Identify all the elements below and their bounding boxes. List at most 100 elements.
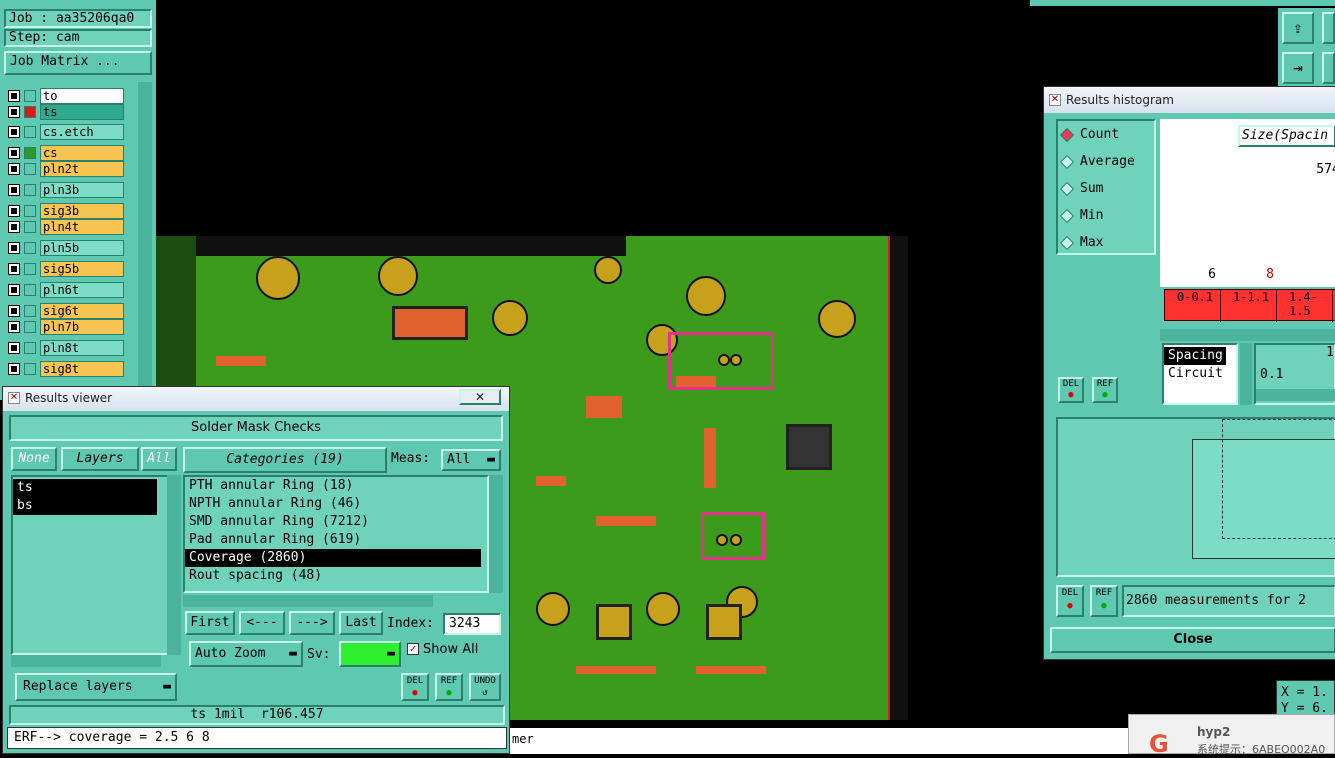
layer-checkbox[interactable] bbox=[8, 205, 20, 217]
layer-name[interactable]: cs bbox=[40, 145, 124, 161]
layer-name[interactable]: cs.etch bbox=[40, 124, 124, 140]
close-button[interactable]: Close bbox=[1050, 627, 1335, 653]
prev-button[interactable]: <--- bbox=[239, 611, 285, 635]
layer-name[interactable]: pln5b bbox=[40, 240, 124, 256]
toolbar-edge-1[interactable] bbox=[1322, 12, 1335, 44]
layer-results-scrollbar[interactable] bbox=[167, 475, 181, 655]
layer-row[interactable]: to bbox=[6, 88, 124, 104]
layer-checkbox[interactable] bbox=[8, 221, 20, 233]
mode-option[interactable]: Min bbox=[1058, 206, 1154, 226]
layer-row[interactable]: pln2t bbox=[6, 161, 124, 177]
category-row[interactable]: Pad annular Ring (619) bbox=[185, 531, 481, 549]
layer-row[interactable]: sig3b bbox=[6, 203, 124, 219]
radio-icon[interactable] bbox=[1059, 181, 1075, 197]
layer-color-swatch[interactable] bbox=[24, 242, 36, 254]
layer-checkbox[interactable] bbox=[8, 321, 20, 333]
scale-slider[interactable] bbox=[1256, 389, 1335, 401]
layers-button[interactable]: Layers bbox=[61, 447, 139, 471]
layer-name[interactable]: to bbox=[40, 88, 124, 104]
layer-checkbox[interactable] bbox=[8, 184, 20, 196]
layer-checkbox[interactable] bbox=[8, 106, 20, 118]
mode-option[interactable]: Max bbox=[1058, 233, 1154, 253]
layer-name[interactable]: pln8t bbox=[40, 340, 124, 356]
categories-button[interactable]: Categories (19) bbox=[183, 447, 387, 473]
radio-icon[interactable] bbox=[1059, 154, 1075, 170]
layer-color-swatch[interactable] bbox=[24, 363, 36, 375]
histogram-titlebar[interactable]: ✕ Results histogram bbox=[1044, 87, 1335, 113]
layer-color-swatch[interactable] bbox=[24, 305, 36, 317]
layer-name[interactable]: pln3b bbox=[40, 182, 124, 198]
layer-row[interactable]: cs.etch bbox=[6, 124, 124, 140]
layer-color-swatch[interactable] bbox=[24, 205, 36, 217]
sv-color-dropdown[interactable]: ▬ bbox=[339, 641, 401, 667]
layer-checkbox[interactable] bbox=[8, 342, 20, 354]
layer-name[interactable]: sig8t bbox=[40, 361, 124, 377]
none-button[interactable]: None bbox=[11, 447, 57, 471]
layer-checkbox[interactable] bbox=[8, 363, 20, 375]
layer-name[interactable]: sig3b bbox=[40, 203, 124, 219]
category-row[interactable]: SMD annular Ring (7212) bbox=[185, 513, 481, 531]
layer-color-swatch[interactable] bbox=[24, 263, 36, 275]
layer-results-list[interactable]: ts bs bbox=[11, 475, 169, 655]
index-input[interactable]: 3243 bbox=[443, 613, 501, 635]
next-button[interactable]: ---> bbox=[289, 611, 335, 635]
layer-color-swatch[interactable] bbox=[24, 184, 36, 196]
histogram-hscroll[interactable] bbox=[1160, 329, 1335, 341]
last-button[interactable]: Last bbox=[339, 611, 383, 635]
first-button[interactable]: First bbox=[185, 611, 235, 635]
delete-button[interactable]: DEL ● bbox=[1058, 377, 1084, 403]
undo-button[interactable]: UNDO ↺ bbox=[469, 673, 501, 701]
layer-checkbox[interactable] bbox=[8, 163, 20, 175]
category-row[interactable]: Coverage (2860) bbox=[185, 549, 481, 567]
layer-checkbox[interactable] bbox=[8, 242, 20, 254]
layer-row[interactable]: cs bbox=[6, 145, 124, 161]
all-layers-button[interactable]: All bbox=[141, 447, 177, 471]
histogram-list-scrollbar[interactable] bbox=[1240, 343, 1252, 405]
category-row[interactable]: NPTH annular Ring (46) bbox=[185, 495, 481, 513]
layer-checkbox[interactable] bbox=[8, 284, 20, 296]
notification-popup[interactable]: G hyp2 系统提示：6ABEO002A0 bbox=[1128, 714, 1335, 756]
mode-option[interactable]: Average bbox=[1058, 152, 1154, 172]
auto-zoom-dropdown[interactable]: Auto Zoom ▬ bbox=[189, 641, 303, 667]
close-icon[interactable]: ✕ bbox=[459, 389, 501, 405]
layer-in-icon[interactable]: ⇥ bbox=[1282, 52, 1314, 84]
layer-color-swatch[interactable] bbox=[24, 221, 36, 233]
categories-list[interactable]: PTH annular Ring (18) NPTH annular Ring (… bbox=[183, 475, 489, 593]
layer-color-swatch[interactable] bbox=[24, 147, 36, 159]
layer-checkbox[interactable] bbox=[8, 126, 20, 138]
layer-row[interactable]: sig8t bbox=[6, 361, 124, 377]
radio-icon[interactable] bbox=[1059, 208, 1075, 224]
layer-row[interactable]: pln3b bbox=[6, 182, 124, 198]
layer-color-swatch[interactable] bbox=[24, 90, 36, 102]
layer-row[interactable]: ts bbox=[13, 479, 157, 497]
layer-color-swatch[interactable] bbox=[24, 342, 36, 354]
radio-icon[interactable] bbox=[1059, 235, 1075, 251]
layer-name[interactable]: pln4t bbox=[40, 219, 124, 235]
job-matrix-button[interactable]: Job Matrix ... bbox=[4, 51, 152, 75]
layer-row[interactable]: pln5b bbox=[6, 240, 124, 256]
mode-option[interactable]: Sum bbox=[1058, 179, 1154, 199]
layer-list-scrollbar[interactable] bbox=[138, 82, 152, 392]
meas-dropdown[interactable]: All ▬ bbox=[441, 449, 501, 471]
layer-name[interactable]: ts bbox=[40, 104, 124, 120]
layer-checkbox[interactable] bbox=[8, 305, 20, 317]
layer-row[interactable]: sig5b bbox=[6, 261, 124, 277]
list-item[interactable]: Circuit bbox=[1164, 365, 1236, 383]
categories-hscroll[interactable] bbox=[183, 595, 433, 607]
layer-name[interactable]: pln6t bbox=[40, 282, 124, 298]
layer-checkbox[interactable] bbox=[8, 263, 20, 275]
histogram-list[interactable]: Spacing Circuit bbox=[1162, 343, 1238, 405]
show-all-checkbox[interactable]: ✓ bbox=[407, 643, 419, 655]
radio-icon[interactable] bbox=[1059, 127, 1075, 143]
layer-name[interactable]: pln2t bbox=[40, 161, 124, 177]
ref-button[interactable]: REF ● bbox=[1090, 585, 1118, 617]
categories-scrollbar[interactable] bbox=[489, 475, 503, 593]
toolbar-edge-2[interactable] bbox=[1322, 52, 1335, 84]
layer-name[interactable]: pln7b bbox=[40, 319, 124, 335]
ref-button[interactable]: REF ● bbox=[435, 673, 463, 701]
category-row[interactable]: PTH annular Ring (18) bbox=[185, 477, 481, 495]
layer-color-swatch[interactable] bbox=[24, 284, 36, 296]
ref-button[interactable]: REF ● bbox=[1092, 377, 1118, 403]
layer-up-icon[interactable]: ⇪ bbox=[1282, 12, 1314, 44]
layer-row[interactable]: pln6t bbox=[6, 282, 124, 298]
